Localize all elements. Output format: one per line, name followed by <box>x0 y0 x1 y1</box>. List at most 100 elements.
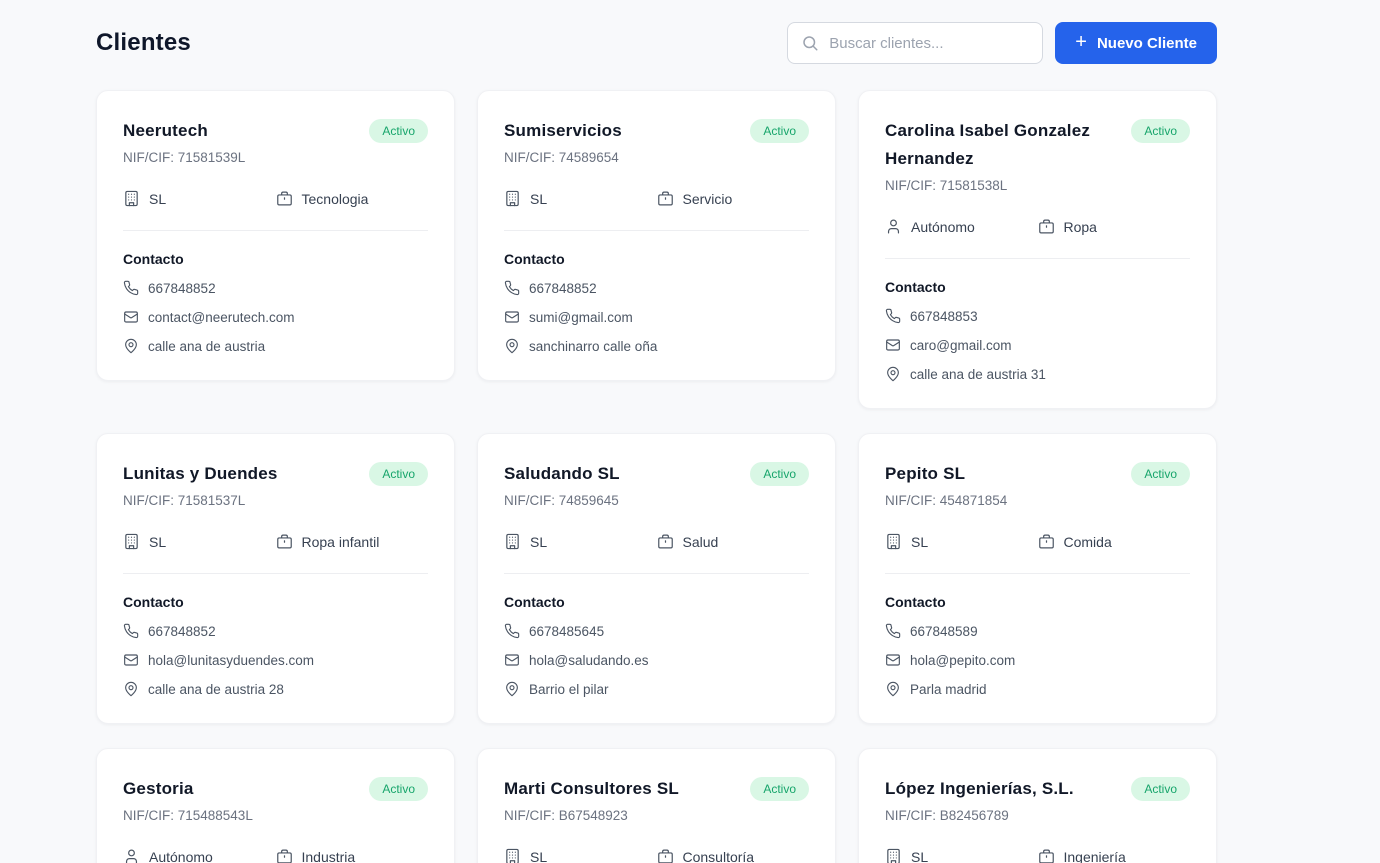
contact-row-value: sanchinarro calle oña <box>529 338 658 354</box>
client-name: Neerutech <box>123 121 208 140</box>
client-nif: NIF/CIF: 454871854 <box>885 493 1008 508</box>
contact-row-value: 6678485645 <box>529 623 605 639</box>
sector: Consultoría <box>657 848 810 863</box>
client-name: López Ingenierías, S.L. <box>885 779 1074 798</box>
client-card[interactable]: Lunitas y Duendes Activo NIF/CIF: 715815… <box>96 433 455 724</box>
briefcase-icon <box>657 848 674 863</box>
client-name: Gestoria <box>123 779 194 798</box>
sector: Tecnologia <box>276 190 429 207</box>
new-client-button-label: Nuevo Cliente <box>1096 34 1197 52</box>
search-box[interactable] <box>787 22 1044 64</box>
entity-type: Autónomo <box>123 848 276 863</box>
sector-label: Servicio <box>682 190 733 207</box>
status-badge: Activo <box>1131 777 1190 801</box>
card-head: Neerutech Activo <box>123 117 428 145</box>
phone-icon <box>885 308 901 324</box>
mail-icon <box>885 337 901 353</box>
new-client-button[interactable]: + Nuevo Cliente <box>1055 22 1217 64</box>
contact-row: Barrio el pilar <box>504 681 809 697</box>
building-icon <box>504 848 521 863</box>
client-name: Saludando SL <box>504 464 620 483</box>
contact-row: Parla madrid <box>885 681 1190 697</box>
client-meta: SL Comida <box>885 533 1190 574</box>
client-meta: SL Tecnologia <box>123 190 428 231</box>
client-meta: SL Salud <box>504 533 809 574</box>
map-pin-icon <box>123 338 139 354</box>
entity-type: SL <box>504 533 657 550</box>
sector-label: Consultoría <box>682 848 755 863</box>
status-badge: Activo <box>369 462 428 486</box>
client-nif: NIF/CIF: 71581539L <box>123 150 246 165</box>
client-nif: NIF/CIF: 74859645 <box>504 493 619 508</box>
search-input[interactable] <box>829 34 1030 52</box>
entity-type: SL <box>123 533 276 550</box>
client-card[interactable]: Marti Consultores SL Activo NIF/CIF: B67… <box>477 748 836 863</box>
header-actions: + Nuevo Cliente <box>787 22 1217 64</box>
contact-row: sumi@gmail.com <box>504 309 809 325</box>
client-meta: Autónomo Industria <box>123 848 428 863</box>
contact-row-value: caro@gmail.com <box>910 337 1012 353</box>
contact-row: calle ana de austria 28 <box>123 681 428 697</box>
status-badge: Activo <box>1131 462 1190 486</box>
card-head: Sumiservicios Activo <box>504 117 809 145</box>
card-head: Gestoria Activo <box>123 775 428 803</box>
building-icon <box>123 533 140 550</box>
card-head: López Ingenierías, S.L. Activo <box>885 775 1190 803</box>
client-card[interactable]: Pepito SL Activo NIF/CIF: 454871854 SL C… <box>858 433 1217 724</box>
client-meta: SL Ingeniería <box>885 848 1190 863</box>
entity-type-label: SL <box>149 190 167 207</box>
building-icon <box>885 848 902 863</box>
client-card[interactable]: López Ingenierías, S.L. Activo NIF/CIF: … <box>858 748 1217 863</box>
contact-row: 667848589 <box>885 623 1190 639</box>
entity-type: Autónomo <box>885 218 1038 235</box>
entity-type-label: SL <box>911 533 929 550</box>
contact-row-value: contact@neerutech.com <box>148 309 295 325</box>
clients-grid: Neerutech Activo NIF/CIF: 71581539L SL T… <box>96 90 1217 863</box>
contact-row-value: hola@lunitasyduendes.com <box>148 652 315 668</box>
map-pin-icon <box>123 681 139 697</box>
client-card[interactable]: Carolina Isabel Gonzalez Hernandez Activ… <box>858 90 1217 409</box>
phone-icon <box>504 280 520 296</box>
contact-row: hola@lunitasyduendes.com <box>123 652 428 668</box>
briefcase-icon <box>657 533 674 550</box>
card-head: Marti Consultores SL Activo <box>504 775 809 803</box>
contact-row-value: calle ana de austria 28 <box>148 681 284 697</box>
sector-label: Ropa infantil <box>301 533 380 550</box>
client-card[interactable]: Neerutech Activo NIF/CIF: 71581539L SL T… <box>96 90 455 381</box>
contact-row: contact@neerutech.com <box>123 309 428 325</box>
entity-type-label: SL <box>530 190 548 207</box>
mail-icon <box>123 309 139 325</box>
contact-section-title: Contacto <box>885 594 946 610</box>
client-meta: SL Servicio <box>504 190 809 231</box>
contact-row: 667848852 <box>123 623 428 639</box>
sector: Ropa infantil <box>276 533 429 550</box>
client-name: Pepito SL <box>885 464 966 483</box>
status-badge: Activo <box>750 119 809 143</box>
client-card[interactable]: Sumiservicios Activo NIF/CIF: 74589654 S… <box>477 90 836 381</box>
card-head: Carolina Isabel Gonzalez Hernandez Activ… <box>885 117 1190 173</box>
contact-list: 667848589 hola@pepito.com Parla madrid <box>885 623 1190 697</box>
sector-label: Salud <box>682 533 719 550</box>
entity-type-label: SL <box>530 848 548 863</box>
contact-row: caro@gmail.com <box>885 337 1190 353</box>
mail-icon <box>885 652 901 668</box>
building-icon <box>123 190 140 207</box>
status-badge: Activo <box>369 777 428 801</box>
map-pin-icon <box>504 338 520 354</box>
card-head: Pepito SL Activo <box>885 460 1190 488</box>
client-nif: NIF/CIF: B82456789 <box>885 808 1009 823</box>
status-badge: Activo <box>750 462 809 486</box>
sector-label: Industria <box>301 848 356 863</box>
contact-list: 6678485645 hola@saludando.es Barrio el p… <box>504 623 809 697</box>
client-card[interactable]: Gestoria Activo NIF/CIF: 715488543L Autó… <box>96 748 455 863</box>
entity-type-label: SL <box>149 533 167 550</box>
contact-row: 667848852 <box>504 280 809 296</box>
contact-row-value: hola@pepito.com <box>910 652 1016 668</box>
client-nif: NIF/CIF: 71581537L <box>123 493 246 508</box>
client-card[interactable]: Saludando SL Activo NIF/CIF: 74859645 SL… <box>477 433 836 724</box>
entity-type: SL <box>885 848 1038 863</box>
entity-type: SL <box>504 190 657 207</box>
contact-row: sanchinarro calle oña <box>504 338 809 354</box>
plus-icon: + <box>1075 31 1087 53</box>
briefcase-icon <box>1038 218 1055 235</box>
